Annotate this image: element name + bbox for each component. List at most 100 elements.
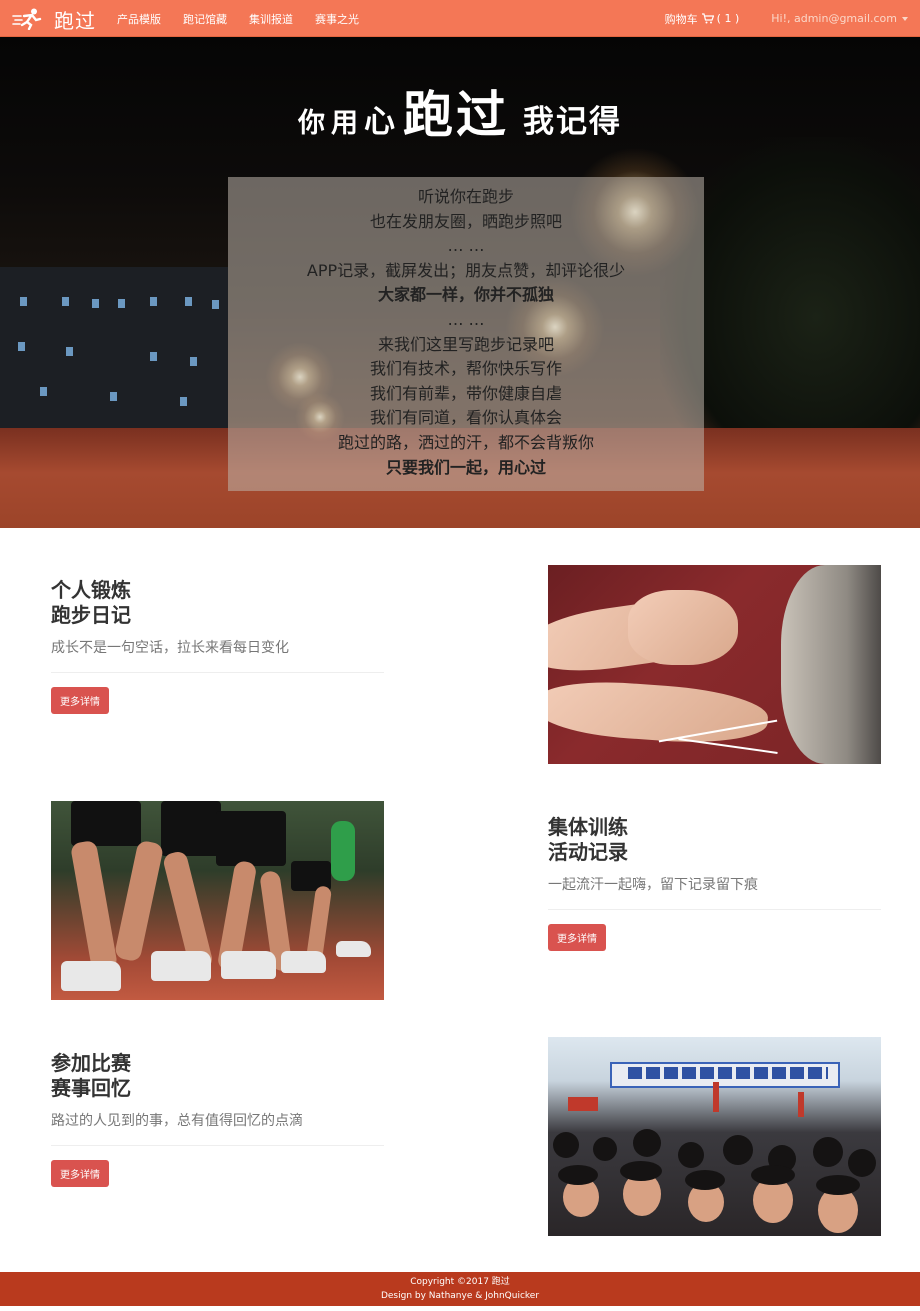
hero-line: … … (447, 309, 485, 329)
photo-hand (628, 590, 738, 665)
shopping-cart-icon (701, 13, 714, 24)
hero-building (0, 267, 228, 432)
feature-description: 一起流汗一起嗨，留下记录留下痕 (548, 874, 881, 910)
feature-description: 成长不是一句空话，拉长来看每日变化 (51, 637, 384, 673)
cart-label: 购物车 (664, 12, 698, 26)
hero-line: 我们有技术，帮你快乐写作 (369, 359, 562, 379)
hero-line: … … (447, 236, 485, 256)
feature-title-line2: 活动记录 (548, 840, 628, 864)
hero-line: 大家都一样，你并不孤独 (377, 285, 554, 305)
photo-head (723, 1135, 753, 1165)
building-window (92, 299, 99, 308)
photo-head (553, 1132, 579, 1158)
photo-arm (548, 677, 770, 748)
hero-intro-box: 听说你在跑步 也在发朋友圈，晒跑步照吧 … … APP记录，截屏发出；朋友点赞，… (228, 177, 704, 491)
hero-title: 你用心 跑过 我记得 (0, 75, 920, 147)
main-nav: 产品模版 跑记馆藏 集训报道 赛事之光 (117, 0, 381, 37)
hero-title-part4: 我记得 (523, 104, 622, 140)
hero-line: 只要我们一起，用心过 (385, 457, 546, 477)
photo-flag (798, 1092, 804, 1117)
shoe-lacing-photo (548, 565, 881, 764)
brand-link[interactable]: 跑过 (12, 4, 96, 34)
feature-title-line1: 集体训练 (548, 815, 628, 839)
building-window (180, 397, 187, 406)
photo-leg (113, 839, 165, 963)
photo-head (751, 1165, 795, 1185)
building-window (40, 387, 47, 396)
building-window (150, 297, 157, 306)
building-window (66, 347, 73, 356)
photo-flag (713, 1082, 719, 1112)
hero-line: 我们有同道，看你认真体会 (369, 408, 562, 428)
photo-head (678, 1142, 704, 1168)
building-window (18, 342, 25, 351)
feature-personal: 个人锻炼 跑步日记 成长不是一句空话，拉长来看每日变化 更多详情 (51, 578, 384, 714)
more-details-button[interactable]: 更多详情 (51, 1160, 109, 1187)
nav-link-events[interactable]: 赛事之光 (315, 11, 359, 27)
hero-line: 我们有前辈，带你健康自虐 (369, 383, 562, 403)
caret-down-icon (902, 16, 908, 21)
hero-banner: 你用心 跑过 我记得 听说你在跑步 也在发朋友圈，晒跑步照吧 … … APP记录，截… (0, 37, 920, 528)
marathon-crowd-photo (548, 1037, 881, 1236)
photo-flag (568, 1097, 598, 1111)
feature-group: 集体训练 活动记录 一起流汗一起嗨，留下记录留下痕 更多详情 (548, 815, 881, 951)
feature-title-line2: 赛事回忆 (51, 1076, 131, 1100)
hero-line: 来我们这里写跑步记录吧 (377, 334, 554, 354)
hero-line: 跑过的路，洒过的汗，都不会背叛你 (337, 432, 594, 452)
brand-name: 跑过 (54, 8, 96, 33)
photo-runner-shorts (216, 811, 286, 866)
photo-runner-shorts (161, 801, 221, 856)
photo-head (685, 1170, 725, 1190)
footer-credits: Design by Nathanye & JohnQuicker (380, 1291, 540, 1301)
photo-head (813, 1137, 843, 1167)
feature-title-line2: 跑步日记 (51, 603, 131, 627)
group-running-photo (51, 801, 384, 1000)
photo-lace (678, 738, 778, 754)
feature-title-line1: 个人锻炼 (51, 578, 131, 602)
hero-title-part2: 心 (364, 104, 397, 140)
photo-runner-shirt (331, 821, 355, 881)
hero-line: 听说你在跑步 (417, 187, 514, 206)
building-window (212, 300, 219, 309)
building-window (190, 357, 197, 366)
building-window (20, 297, 27, 306)
building-window (185, 297, 192, 306)
hero-line: 也在发朋友圈，晒跑步照吧 (369, 211, 562, 231)
page-footer: Copyright ©2017 跑过 Design by Nathanye & … (0, 1272, 920, 1306)
photo-head (558, 1165, 598, 1185)
photo-banner-lettering (628, 1067, 828, 1079)
photo-shoe (781, 565, 881, 764)
nav-link-training[interactable]: 集训报道 (249, 11, 293, 27)
cart-link[interactable]: 购物车 ( 1 ) (665, 11, 740, 27)
hero-line: APP记录，截屏发出；朋友点赞，却评论很少 (306, 260, 626, 280)
photo-running-shoe (281, 951, 326, 973)
building-window (150, 352, 157, 361)
photo-runner-shorts (71, 801, 141, 846)
feature-description: 路过的人见到的事，总有值得回忆的点滴 (51, 1110, 384, 1146)
building-window (110, 392, 117, 401)
runner-logo-icon (12, 8, 42, 30)
nav-right: 购物车 ( 1 ) Hi!, admin@gmail.com (665, 0, 908, 37)
photo-running-shoe (61, 961, 121, 991)
photo-head (620, 1161, 662, 1181)
photo-head (848, 1149, 876, 1177)
building-window (62, 297, 69, 306)
photo-running-shoe (336, 941, 371, 957)
nav-link-templates[interactable]: 产品模版 (117, 11, 161, 27)
top-navbar: 跑过 产品模版 跑记馆藏 集训报道 赛事之光 购物车 ( 1 ) Hi!, ad… (0, 0, 920, 37)
more-details-button[interactable]: 更多详情 (51, 687, 109, 714)
feature-race: 参加比赛 赛事回忆 路过的人见到的事，总有值得回忆的点滴 更多详情 (51, 1051, 384, 1187)
more-details-button[interactable]: 更多详情 (548, 924, 606, 951)
photo-head (816, 1175, 860, 1195)
photo-leg (69, 839, 119, 973)
nav-link-collection[interactable]: 跑记馆藏 (183, 11, 227, 27)
photo-running-shoe (221, 951, 276, 979)
user-greeting: Hi!, admin@gmail.com (771, 12, 897, 25)
footer-copyright: Copyright ©2017 跑过 (410, 1277, 510, 1287)
building-window (118, 299, 125, 308)
feature-title-line1: 参加比赛 (51, 1051, 131, 1075)
hero-title-part3: 跑过 (403, 86, 509, 144)
photo-running-shoe (151, 951, 211, 981)
cart-count: ( 1 ) (716, 12, 740, 25)
user-menu-toggle[interactable]: Hi!, admin@gmail.com (771, 12, 908, 25)
